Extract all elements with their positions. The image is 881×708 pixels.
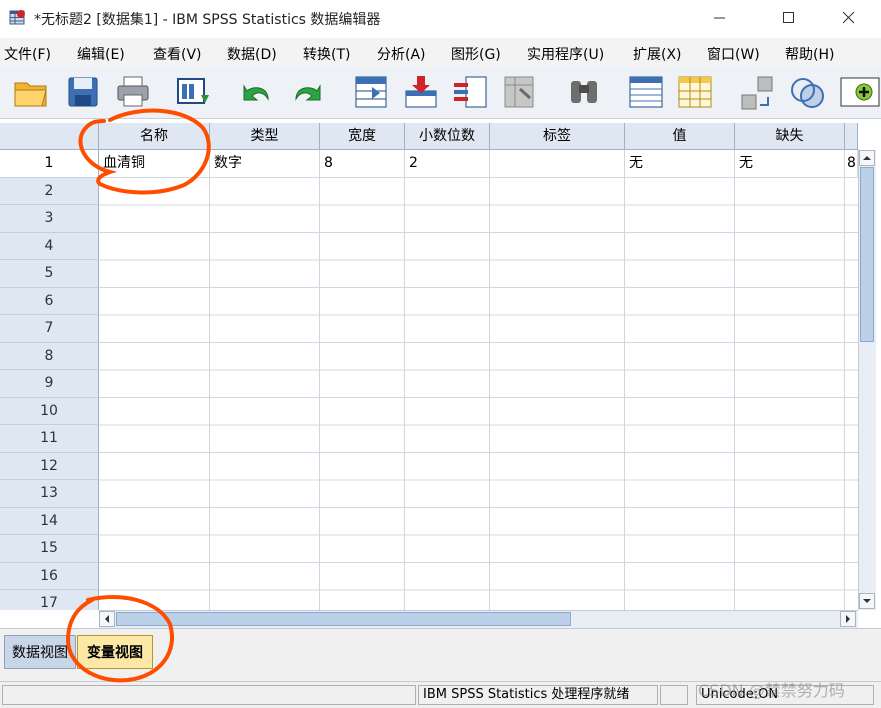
close-button[interactable]	[826, 0, 872, 36]
scroll-right-button[interactable]	[840, 611, 856, 627]
view-tabs: 数据视图 变量视图	[0, 628, 881, 681]
row-header[interactable]: 6	[0, 287, 99, 315]
cell-columns[interactable]: 8	[845, 150, 858, 178]
goto-variable-icon[interactable]	[402, 73, 440, 111]
menu-view[interactable]: 查看(V)	[153, 44, 202, 64]
scroll-left-button[interactable]	[99, 611, 115, 627]
menu-transform[interactable]: 转换(T)	[303, 44, 350, 64]
add-icon[interactable]	[840, 73, 881, 111]
column-header-values[interactable]: 值	[625, 123, 735, 150]
cell-name[interactable]: 血清铜	[99, 150, 210, 178]
horizontal-scroll-thumb[interactable]	[116, 612, 571, 626]
row-header[interactable]: 3	[0, 205, 99, 233]
column-header-width[interactable]: 宽度	[320, 123, 405, 150]
row-header[interactable]: 17	[0, 590, 99, 610]
insert-cases-icon[interactable]	[627, 73, 665, 111]
scroll-up-button[interactable]	[859, 150, 875, 166]
variables-icon[interactable]	[452, 73, 490, 111]
horizontal-scrollbar[interactable]	[99, 610, 858, 628]
maximize-button[interactable]	[766, 0, 812, 36]
column-header-decimals[interactable]: 小数位数	[405, 123, 490, 150]
find-icon[interactable]	[565, 73, 603, 111]
window-title: *无标题2 [数据集1] - IBM SPSS Statistics 数据编辑器	[34, 12, 381, 28]
cell-label[interactable]	[490, 150, 625, 178]
cell-type[interactable]: 数字	[210, 150, 320, 178]
menu-file[interactable]: 文件(F)	[4, 44, 51, 64]
menu-data[interactable]: 数据(D)	[227, 44, 277, 64]
column-header-name[interactable]: 名称	[99, 123, 210, 150]
run-descriptives-icon[interactable]	[501, 73, 539, 111]
vertical-scroll-thumb[interactable]	[860, 167, 874, 342]
row-header[interactable]: 15	[0, 535, 99, 563]
arrow-up-icon	[863, 156, 871, 160]
cell-values[interactable]: 无	[625, 150, 735, 178]
value-labels-icon[interactable]	[738, 73, 776, 111]
open-folder-icon[interactable]	[12, 73, 50, 111]
row-header[interactable]: 10	[0, 397, 99, 425]
row-header[interactable]: 14	[0, 507, 99, 535]
row-header[interactable]: 1	[0, 150, 99, 178]
column-header-type[interactable]: 类型	[210, 123, 320, 150]
goto-case-icon[interactable]	[352, 73, 390, 111]
cell-decimals[interactable]: 2	[405, 150, 490, 178]
row-header[interactable]: 13	[0, 480, 99, 508]
spss-app-icon	[9, 10, 25, 25]
menu-bar: 文件(F) 编辑(E) 查看(V) 数据(D) 转换(T) 分析(A) 图形(G…	[0, 38, 881, 66]
tab-data-view[interactable]: 数据视图	[4, 635, 76, 669]
arrow-right-icon	[846, 615, 850, 623]
title-bar: *无标题2 [数据集1] - IBM SPSS Statistics 数据编辑器	[0, 0, 881, 36]
row-header[interactable]: 16	[0, 562, 99, 590]
status-panel-main	[2, 685, 416, 705]
vertical-scrollbar[interactable]	[858, 150, 876, 610]
menu-help[interactable]: 帮助(H)	[785, 44, 834, 64]
menu-edit[interactable]: 编辑(E)	[77, 44, 125, 64]
column-header-label[interactable]: 标签	[490, 123, 625, 150]
menu-window[interactable]: 窗口(W)	[707, 44, 760, 64]
status-processor: IBM SPSS Statistics 处理程序就绪	[418, 685, 658, 705]
row-header[interactable]: 12	[0, 452, 99, 480]
row-header[interactable]: 9	[0, 370, 99, 398]
row-header[interactable]: 2	[0, 177, 99, 205]
row-header[interactable]: 4	[0, 232, 99, 260]
watermark: CSDN @禁禁努力码	[698, 681, 845, 700]
cell-width[interactable]: 8	[320, 150, 405, 178]
menu-utilities[interactable]: 实用程序(U)	[527, 44, 604, 64]
maximize-icon	[783, 12, 794, 23]
use-sets-icon[interactable]	[788, 73, 826, 111]
redo-icon[interactable]	[288, 73, 326, 111]
dialog-recall-icon[interactable]	[175, 73, 213, 111]
minimize-button[interactable]	[697, 0, 743, 36]
menu-extensions[interactable]: 扩展(X)	[633, 44, 682, 64]
arrow-down-icon	[863, 599, 871, 603]
status-panel-blank	[660, 685, 688, 705]
menu-graphs[interactable]: 图形(G)	[451, 44, 501, 64]
row-header[interactable]: 7	[0, 315, 99, 343]
grid-corner	[0, 123, 99, 150]
cell-missing[interactable]: 无	[735, 150, 845, 178]
grid-lines	[99, 150, 858, 610]
column-header-columns[interactable]	[845, 123, 858, 150]
variable-grid: 名称 类型 宽度 小数位数 标签 值 缺失 1 2 3 4 5 6 7 8 9 …	[0, 119, 881, 610]
scroll-down-button[interactable]	[859, 593, 875, 609]
menu-analyze[interactable]: 分析(A)	[377, 44, 426, 64]
row-header[interactable]: 5	[0, 260, 99, 288]
insert-variable-icon[interactable]	[676, 73, 714, 111]
row-header[interactable]: 8	[0, 342, 99, 370]
arrow-left-icon	[105, 615, 109, 623]
minimize-icon	[714, 17, 725, 19]
undo-icon[interactable]	[238, 73, 276, 111]
save-icon[interactable]	[64, 73, 102, 111]
print-icon[interactable]	[114, 73, 152, 111]
toolbar	[0, 66, 881, 119]
row-header[interactable]: 11	[0, 425, 99, 453]
close-icon	[843, 12, 855, 24]
tab-variable-view[interactable]: 变量视图	[77, 635, 153, 669]
column-header-missing[interactable]: 缺失	[735, 123, 845, 150]
